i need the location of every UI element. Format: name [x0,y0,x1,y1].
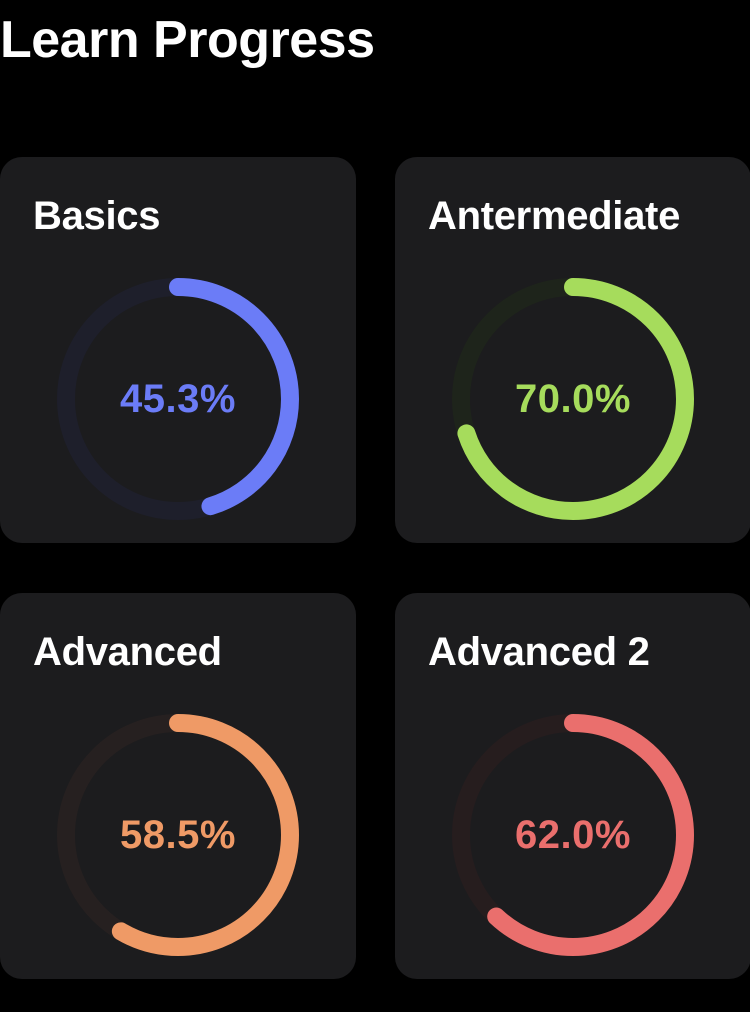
card-title: Advanced [33,630,222,674]
progress-card-advanced[interactable]: Advanced 58.5% [0,593,356,979]
page-title: Learn Progress [0,11,375,69]
progress-ring: 70.0% [448,274,698,524]
progress-percentage: 58.5% [120,812,236,857]
card-title: Antermediate [428,194,681,238]
progress-ring: 58.5% [53,710,303,960]
card-title: Basics [33,194,161,238]
progress-ring: 62.0% [448,710,698,960]
card-title: Advanced 2 [428,630,650,674]
progress-card-basics[interactable]: Basics 45.3% [0,157,356,543]
progress-card-advanced-2[interactable]: Advanced 2 62.0% [395,593,750,979]
learn-progress-screen: Learn Progress Basics 45.3% Antermediate… [0,0,750,1012]
progress-percentage: 45.3% [120,376,236,421]
progress-ring: 45.3% [53,274,303,524]
progress-percentage: 70.0% [515,376,631,421]
progress-card-antermediate[interactable]: Antermediate 70.0% [395,157,750,543]
progress-percentage: 62.0% [515,812,631,857]
